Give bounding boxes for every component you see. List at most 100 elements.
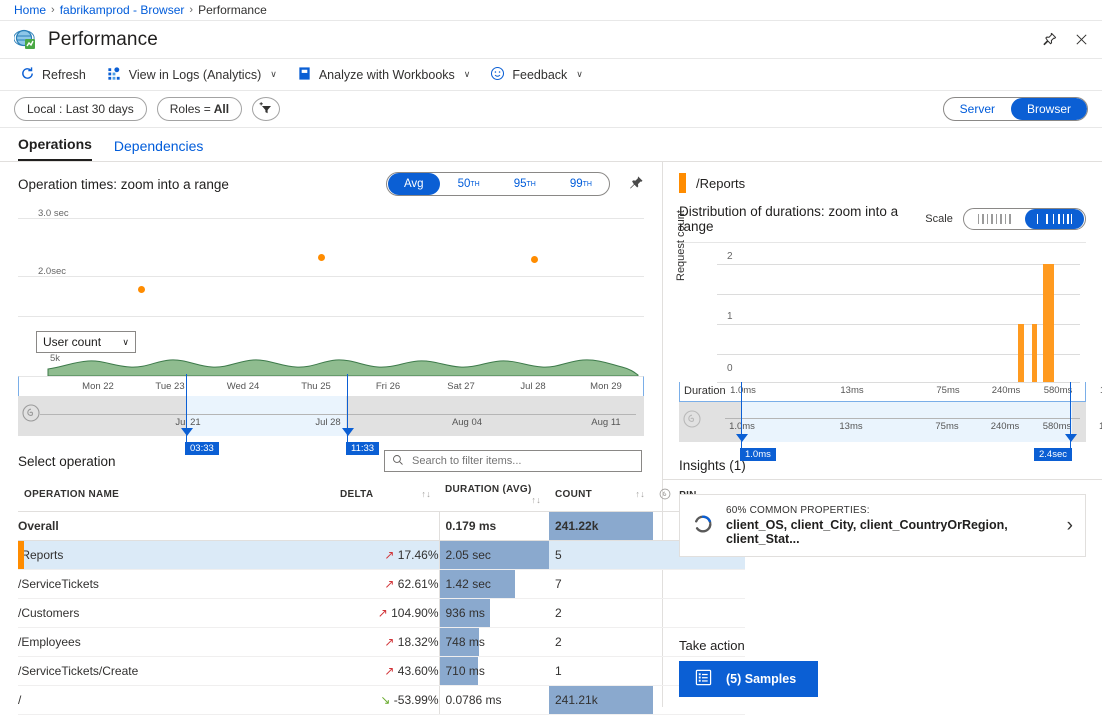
scatter-point (531, 256, 538, 263)
tab-operations[interactable]: Operations (18, 136, 92, 161)
cell-delta: ↗ 17.46% (334, 541, 439, 570)
cell-count-value: 1 (549, 664, 562, 678)
column-header-count[interactable]: COUNT↑↓ (549, 480, 653, 512)
scope-toggle-browser[interactable]: Browser (1011, 98, 1087, 120)
table-row[interactable]: / ↘ -53.99% 0.0786 ms 241.21k (18, 686, 745, 715)
duration-slider-end-label: 2.4sec (1034, 448, 1072, 461)
breadcrumb-item-current: Performance (198, 3, 267, 17)
samples-button[interactable]: (5) Samples (679, 661, 818, 697)
duration-distribution-chart[interactable]: Request count 2 1 0 (679, 242, 1086, 382)
chevron-down-icon[interactable]: ∨ (576, 69, 583, 80)
percentile-option-99th[interactable]: 99TH (554, 173, 608, 195)
delta-up-icon: ↗ (384, 635, 394, 649)
replay-icon[interactable] (22, 404, 40, 425)
duration-range-slider[interactable]: 1.0ms 13ms 75ms 240ms 580ms 1.5sec 1.0ms… (679, 402, 1086, 442)
operation-times-header: Operation times: zoom into a range Avg 5… (0, 162, 662, 206)
view-in-logs-label: View in Logs (Analytics) (129, 68, 261, 82)
feedback-label: Feedback (512, 68, 567, 82)
cell-delta: ↗ 104.90% (334, 599, 439, 628)
search-box[interactable] (384, 450, 642, 472)
breadcrumb-separator-icon: › (51, 4, 55, 16)
cell-duration-value: 710 ms (440, 664, 485, 678)
table-row[interactable]: /ServiceTickets ↗ 62.61% 1.42 sec 7 (18, 570, 745, 599)
command-bar: Refresh View in Logs (Analytics) ∨ (0, 59, 1102, 91)
cell-operation-name: /Customers (18, 599, 334, 628)
feedback-button[interactable]: Feedback ∨ (480, 61, 593, 89)
cell-delta: ↘ -53.99% (334, 686, 439, 715)
refresh-label: Refresh (42, 68, 86, 82)
operation-times-scatter-chart[interactable]: 3.0 sec 2.0sec (18, 206, 644, 331)
donut-chart-icon (692, 513, 714, 538)
scale-option-linear[interactable] (965, 209, 1024, 229)
column-header-delta[interactable]: DELTA↑↓ (334, 480, 439, 512)
percentile-option-95th[interactable]: 95TH (498, 173, 552, 195)
breadcrumb-item-resource[interactable]: fabrikamprod - Browser (60, 3, 185, 17)
operation-times-xaxis: Mon 22 Tue 23 Wed 24 Thu 25 Fri 26 Sat 2… (18, 376, 644, 396)
duration-tick-13ms: 13ms (840, 385, 863, 396)
operation-times-title: Operation times: zoom into a range (18, 177, 229, 192)
left-pane: Operation times: zoom into a range Avg 5… (0, 162, 663, 707)
cell-duration-value: 2.05 sec (440, 548, 491, 562)
histogram-ytick-2: 2 (727, 251, 733, 262)
duration-range-selection (741, 402, 1072, 442)
view-in-logs-button[interactable]: View in Logs (Analytics) ∨ (96, 61, 287, 89)
percentile-option-avg[interactable]: Avg (388, 173, 440, 195)
insight-card[interactable]: 60% COMMON PROPERTIES: client_OS, client… (679, 494, 1086, 557)
table-row[interactable]: /ServiceTickets/Create ↗ 43.60% 710 ms 1 (18, 657, 745, 686)
delta-up-icon: ↗ (384, 664, 394, 678)
time-range-slider[interactable]: Jul 21 Jul 28 Aug 04 Aug 11 03:33 11:33 (18, 396, 644, 436)
percentile-option-50th[interactable]: 50TH (442, 173, 496, 195)
close-icon[interactable] (1068, 27, 1094, 53)
scope-toggle[interactable]: Server Browser (943, 97, 1088, 121)
cell-delta: ↗ 62.61% (334, 570, 439, 599)
cell-count: 2 (549, 599, 653, 628)
percentile-toggle[interactable]: Avg 50TH 95TH 99TH (386, 172, 610, 196)
column-header-duration[interactable]: DURATION (AVG)↑↓ (439, 480, 549, 512)
histogram-ytick-0: 0 (727, 363, 733, 374)
cell-duration: 748 ms (439, 628, 549, 657)
table-row-overall[interactable]: Overall 0.179 ms 241.22k (18, 512, 745, 541)
roles-filter[interactable]: Roles = All (157, 97, 242, 121)
cell-operation-name: / (18, 686, 334, 715)
xtick-fri26: Fri 26 (376, 381, 400, 392)
scale-option-log[interactable] (1025, 209, 1084, 229)
slider-tick-aug11: Aug 11 (591, 417, 620, 428)
title-bar-actions (1036, 27, 1094, 53)
pin-icon[interactable] (628, 175, 644, 194)
cell-operation-name: /Employees (18, 628, 334, 657)
pin-icon[interactable] (1036, 27, 1062, 53)
cell-operation-name: Overall (18, 512, 334, 541)
chevron-down-icon[interactable]: ∨ (464, 69, 471, 80)
cell-duration-value: 748 ms (440, 635, 485, 649)
duration-slider-tick-1ms: 1.0ms (729, 421, 755, 432)
main-content: Operation times: zoom into a range Avg 5… (0, 162, 1102, 707)
chevron-right-icon[interactable]: › (1067, 515, 1073, 537)
breadcrumb-item-home[interactable]: Home (14, 3, 46, 17)
cell-count: 241.22k (549, 512, 653, 541)
table-row[interactable]: /Customers ↗ 104.90% 936 ms 2 (18, 599, 745, 628)
column-header-operation-name[interactable]: OPERATION NAME (18, 480, 334, 512)
time-range-filter[interactable]: Local : Last 30 days (14, 97, 147, 121)
scope-toggle-server[interactable]: Server (944, 98, 1011, 120)
table-row[interactable]: /Employees ↗ 18.32% 748 ms 2 (18, 628, 745, 657)
selected-operation-header: /Reports (663, 162, 1102, 204)
duration-slider-handle-start[interactable]: 1.0ms (741, 382, 742, 451)
analyze-with-workbooks-button[interactable]: Analyze with Workbooks ∨ (287, 61, 481, 89)
table-row[interactable]: /Reports ↗ 17.46% 2.05 sec 5 (18, 541, 745, 570)
duration-tick-580ms: 580ms (1044, 385, 1073, 396)
replay-icon[interactable] (683, 410, 701, 431)
chevron-down-icon[interactable]: ∨ (270, 69, 277, 80)
time-slider-handle-start[interactable]: 03:33 (186, 374, 187, 445)
search-input[interactable] (410, 454, 634, 468)
refresh-button[interactable]: Refresh (10, 61, 96, 89)
cell-duration-value: 0.0786 ms (440, 693, 502, 707)
scale-toggle[interactable] (963, 208, 1086, 230)
tab-dependencies[interactable]: Dependencies (114, 138, 204, 161)
time-slider-handle-end[interactable]: 11:33 (347, 374, 348, 445)
select-operation-label: Select operation (18, 454, 116, 469)
add-filter-button[interactable] (252, 97, 280, 121)
slider-tick-jul21: Jul 21 (175, 417, 200, 428)
right-pane: /Reports Distribution of durations: zoom… (663, 162, 1102, 707)
duration-slider-handle-end[interactable]: 2.4sec (1070, 382, 1071, 451)
title-bar: Performance (0, 21, 1102, 59)
